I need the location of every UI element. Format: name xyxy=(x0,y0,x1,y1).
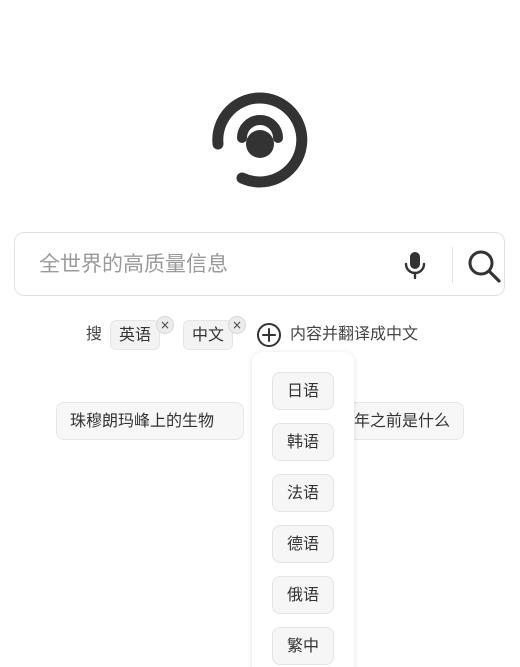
search-box xyxy=(14,232,505,296)
translate-instruction: 搜 英语 × 中文 × 内容并翻译成中文 xyxy=(0,312,520,356)
remove-chinese-icon[interactable]: × xyxy=(228,316,246,334)
microphone-icon[interactable] xyxy=(399,249,431,281)
instruction-prefix: 搜 xyxy=(86,324,103,343)
language-chip-english[interactable]: 英语 xyxy=(110,320,160,350)
search-icon[interactable] xyxy=(465,247,503,285)
language-option-russian[interactable]: 俄语 xyxy=(272,576,334,614)
language-option-traditional-chinese[interactable]: 繁中 xyxy=(272,627,334,665)
language-option-korean[interactable]: 韩语 xyxy=(272,423,334,461)
suggestion-chip[interactable]: 珠穆朗玛峰上的生物 xyxy=(56,402,244,440)
search-divider xyxy=(452,247,453,283)
page: 搜 英语 × 中文 × 内容并翻译成中文 珠穆朗玛峰上的生物 年之前是什么 日语… xyxy=(0,0,520,667)
language-chip-chinese[interactable]: 中文 xyxy=(183,320,233,350)
language-option-french[interactable]: 法语 xyxy=(272,474,334,512)
logo-icon xyxy=(212,92,308,188)
search-input[interactable] xyxy=(39,233,359,295)
remove-english-icon[interactable]: × xyxy=(156,316,174,334)
language-dropdown: 日语 韩语 法语 德语 俄语 繁中 xyxy=(252,352,354,667)
instruction-suffix: 内容并翻译成中文 xyxy=(290,324,419,343)
add-language-icon[interactable] xyxy=(256,322,282,348)
language-option-german[interactable]: 德语 xyxy=(272,525,334,563)
language-option-japanese[interactable]: 日语 xyxy=(272,372,334,410)
